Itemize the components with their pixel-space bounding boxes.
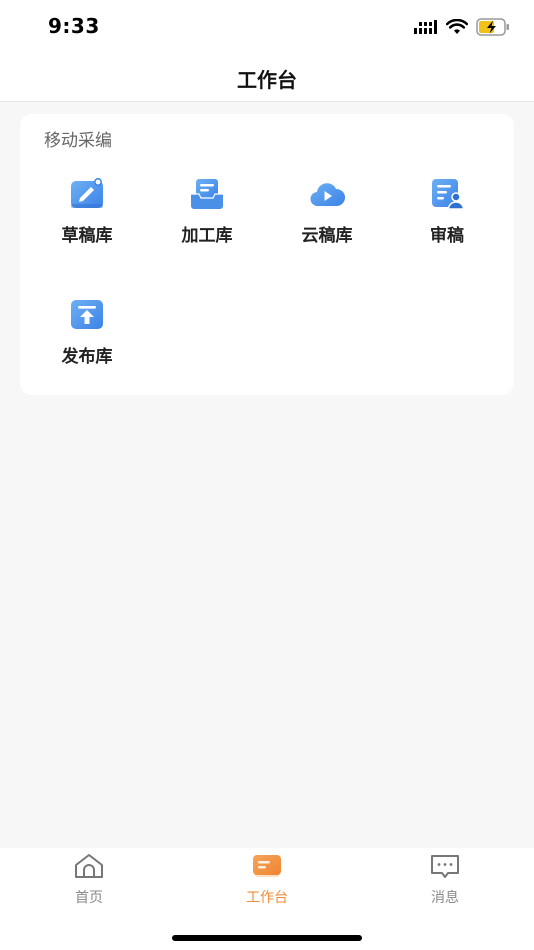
cloud-play-icon: [310, 183, 345, 207]
tab-messages[interactable]: 消息: [356, 848, 534, 918]
review-label: 审稿: [430, 226, 464, 246]
battery-charging-icon: [476, 18, 509, 36]
message-icon: [431, 855, 459, 878]
tab-workbench[interactable]: 工作台: [178, 848, 356, 918]
review-button[interactable]: 审稿: [387, 176, 507, 276]
publish-library-label: 发布库: [61, 347, 113, 367]
mobile-editing-card: 移动采编 草稿库 加工库 云稿库 审稿 发布库: [20, 114, 514, 395]
tab-workbench-label: 工作台: [246, 890, 288, 906]
workbench-icon: [253, 855, 281, 877]
cloud-library-label: 云稿库: [301, 226, 353, 246]
edit-document-icon: [71, 178, 103, 208]
wifi-icon: [446, 19, 468, 34]
section-title: 移动采编: [44, 131, 112, 151]
signal-icon: [414, 20, 437, 34]
draft-library-button[interactable]: 草稿库: [27, 176, 147, 276]
nav-bar: 工作台: [0, 54, 534, 102]
draft-library-label: 草稿库: [61, 226, 113, 246]
home-icon: [75, 854, 103, 878]
tab-home-label: 首页: [75, 890, 103, 906]
inbox-tray-icon: [191, 179, 223, 209]
cloud-library-button[interactable]: 云稿库: [267, 176, 387, 276]
page-title: 工作台: [237, 68, 297, 92]
screen: 9:33 工作台 移动采编 草稿库 加工库 云稿库 审稿 发布库 首页 工作台 …: [0, 0, 534, 950]
publish-upload-icon: [71, 300, 103, 329]
status-time: 9:33: [48, 14, 100, 38]
processing-library-label: 加工库: [181, 226, 233, 246]
home-indicator: [172, 935, 362, 941]
status-icons: [414, 17, 510, 37]
processing-library-button[interactable]: 加工库: [147, 176, 267, 276]
document-user-icon: [432, 179, 465, 210]
tab-messages-label: 消息: [431, 890, 459, 906]
tab-home[interactable]: 首页: [0, 848, 178, 918]
status-bar: 9:33: [0, 0, 534, 54]
publish-library-button[interactable]: 发布库: [27, 297, 147, 397]
